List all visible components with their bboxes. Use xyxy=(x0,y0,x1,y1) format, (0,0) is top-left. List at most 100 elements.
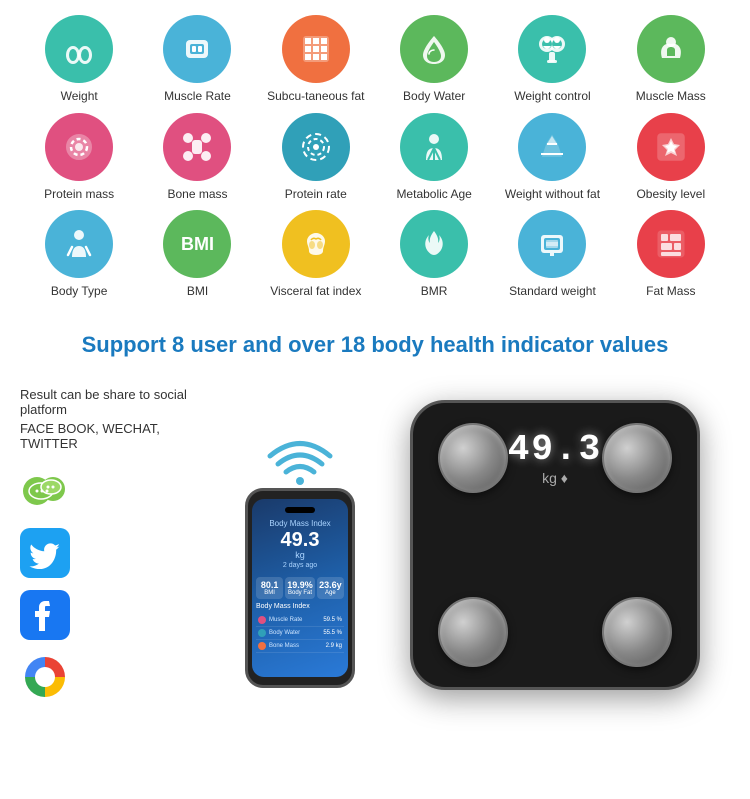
icons-row-3: Body Type BMI BMI Visceral fat index xyxy=(20,210,730,300)
obesity-level-label: Obesity level xyxy=(636,187,705,203)
phone-body-mass-label: Body Mass Index xyxy=(256,603,310,610)
fat-mass-label: Fat Mass xyxy=(646,284,695,300)
icons-row-2: Protein mass Bone mass xyxy=(20,113,730,203)
facebook-icon xyxy=(20,590,70,640)
icon-bone-mass: Bone mass xyxy=(147,113,247,203)
phone-list-item-water: Body Water 55.5 % xyxy=(256,627,344,640)
muscle-rate-label: Muscle Rate xyxy=(164,89,231,105)
icon-body-water: Body Water xyxy=(384,15,484,105)
twitter-icon xyxy=(20,528,70,578)
icon-visceral-fat: Visceral fat index xyxy=(266,210,366,300)
phone-date: 2 days ago xyxy=(283,562,317,569)
weight-label: Weight xyxy=(61,89,98,105)
twitter-icon-wrap[interactable] xyxy=(20,528,220,578)
scale-disc-top-right xyxy=(602,423,672,493)
protein-mass-label: Protein mass xyxy=(44,187,114,203)
social-icons-list xyxy=(20,466,220,702)
scale-disc-bottom-left xyxy=(438,597,508,667)
bone-mass-label: Bone mass xyxy=(167,187,227,203)
icon-protein-rate: Protein rate xyxy=(266,113,366,203)
obesity-level-icon-circle xyxy=(637,113,705,181)
protein-mass-icon-circle xyxy=(45,113,113,181)
muscle-rate-icon-circle xyxy=(163,15,231,83)
fat-mass-icon-circle xyxy=(637,210,705,278)
icon-subcu-fat: Subcu-taneous fat xyxy=(266,15,366,105)
phone-stats-grid: 80.1 BMI 19.9% Body Fat 23.6y Age xyxy=(256,577,344,599)
protein-rate-label: Protein rate xyxy=(285,187,347,203)
facebook-icon-wrap[interactable] xyxy=(20,590,220,640)
weight-control-icon-circle xyxy=(518,15,586,83)
phone-notch xyxy=(285,507,315,513)
weight-without-fat-label: Weight without fat xyxy=(505,187,600,203)
icon-bmr: BMR xyxy=(384,210,484,300)
subcu-fat-icon-circle xyxy=(282,15,350,83)
subcu-fat-label: Subcu-taneous fat xyxy=(267,89,364,105)
support-section: Support 8 user and over 18 body health i… xyxy=(0,313,750,378)
wechat-icon-wrap[interactable] xyxy=(20,466,220,516)
colorwheel-icon-wrap xyxy=(20,652,220,702)
icons-row-1: Weight Muscle Rate xyxy=(20,15,730,105)
icon-metabolic-age: Metabolic Age xyxy=(384,113,484,203)
phone-mockup: Body Mass Index 49.3 kg 2 days ago 80.1 … xyxy=(245,488,355,688)
icon-weight-control: Weight control xyxy=(502,15,602,105)
social-platforms: FACE BOOK, WECHAT, TWITTER xyxy=(20,421,220,451)
icons-section: Weight Muscle Rate xyxy=(0,0,750,313)
icon-standard-weight: Standard weight xyxy=(502,210,602,300)
standard-weight-icon-circle xyxy=(518,210,586,278)
scale-unit: kg ♦ xyxy=(508,470,602,486)
icon-obesity-level: Obesity level xyxy=(621,113,721,203)
weight-control-label: Weight control xyxy=(514,89,590,105)
phone-list-item-muscle: Muscle Rate 59.5 % xyxy=(256,614,344,627)
phone-weight-value: 49.3 xyxy=(281,530,320,550)
body-water-icon-circle xyxy=(400,15,468,83)
phone-screen: Body Mass Index 49.3 kg 2 days ago 80.1 … xyxy=(252,499,348,677)
phone-list-item-bone: Bone Mass 2.9 kg xyxy=(256,640,344,653)
muscle-mass-label: Muscle Mass xyxy=(636,89,706,105)
bmr-label: BMR xyxy=(421,284,448,300)
icon-muscle-mass: Muscle Mass xyxy=(621,15,721,105)
phone-stat-bmi: 80.1 BMI xyxy=(256,577,283,599)
phone-stat-fat: 19.9% Body Fat xyxy=(285,577,315,599)
icon-fat-mass: Fat Mass xyxy=(621,210,721,300)
metabolic-age-icon-circle xyxy=(400,113,468,181)
scale-disc-bottom-right xyxy=(602,597,672,667)
bmr-icon-circle xyxy=(400,210,468,278)
bmi-icon-circle: BMI xyxy=(163,210,231,278)
scale-disc-top-left xyxy=(438,423,508,493)
muscle-mass-icon-circle xyxy=(637,15,705,83)
colorwheel-icon xyxy=(20,652,70,702)
scale-mockup: 49.3 kg ♦ xyxy=(410,400,700,690)
bottom-section: Result can be share to social platform F… xyxy=(0,377,750,712)
wechat-icon xyxy=(20,466,70,516)
protein-rate-icon-circle xyxy=(282,113,350,181)
standard-weight-label: Standard weight xyxy=(509,284,596,300)
body-type-icon-circle xyxy=(45,210,113,278)
icon-body-type: Body Type xyxy=(29,210,129,300)
phone-header-text: Body Mass Index xyxy=(269,519,330,528)
bmi-label: BMI xyxy=(187,284,208,300)
weight-without-fat-icon-circle xyxy=(518,113,586,181)
bone-mass-icon-circle xyxy=(163,113,231,181)
support-title: Support 8 user and over 18 body health i… xyxy=(20,331,730,360)
icon-protein-mass: Protein mass xyxy=(29,113,129,203)
phone-list: Muscle Rate 59.5 % Body Water 55.5 % Bon… xyxy=(256,614,344,653)
phone-stat-age: 23.6y Age xyxy=(317,577,344,599)
icon-weight: Weight xyxy=(29,15,129,105)
icon-bmi: BMI BMI xyxy=(147,210,247,300)
muscle-dot xyxy=(258,616,266,624)
phone-weight-unit: kg xyxy=(295,550,305,560)
scale-display-area: 49.3 kg ♦ xyxy=(508,429,602,486)
scale-bottom-row xyxy=(438,597,672,667)
water-dot xyxy=(258,629,266,637)
share-text: Result can be share to social platform xyxy=(20,387,220,417)
visceral-fat-icon-circle xyxy=(282,210,350,278)
scale-top-row: 49.3 kg ♦ xyxy=(438,423,672,493)
bone-dot xyxy=(258,642,266,650)
scale-area: 49.3 kg ♦ xyxy=(380,387,730,702)
weight-icon-circle xyxy=(45,15,113,83)
left-column: Result can be share to social platform F… xyxy=(20,387,220,702)
metabolic-age-label: Metabolic Age xyxy=(396,187,471,203)
body-water-label: Body Water xyxy=(403,89,465,105)
visceral-fat-label: Visceral fat index xyxy=(270,284,361,300)
scale-weight-display: 49.3 xyxy=(508,429,602,470)
